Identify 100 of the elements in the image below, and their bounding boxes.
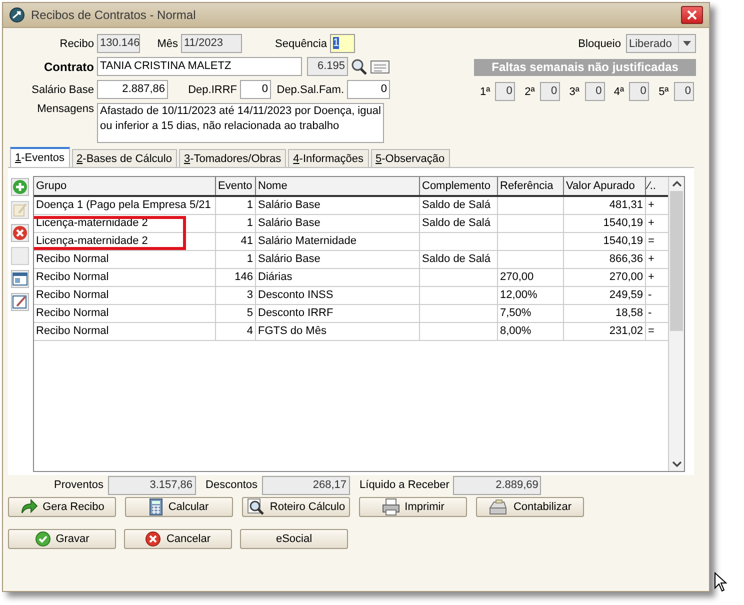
dropdown-arrow-icon: [683, 41, 691, 46]
close-button[interactable]: [681, 6, 703, 24]
tab[interactable]: 1-Eventos: [10, 147, 70, 167]
recibo-label: Recibo: [58, 38, 94, 50]
dep-sal-fam-field[interactable]: 0: [347, 80, 390, 99]
sequencia-field[interactable]: 1: [330, 34, 355, 53]
table-cell: 3: [216, 287, 256, 304]
week-label: 3ª: [569, 86, 580, 98]
action-button[interactable]: Calcular: [125, 497, 233, 517]
table-cell: Recibo Normal: [34, 251, 216, 268]
table-cell: Doença 1 (Pago pela Empresa 5/21: [34, 197, 216, 214]
mensagens-label: Mensagens: [36, 103, 94, 115]
section-header: Faltas semanais não justificadas: [474, 59, 696, 76]
week-field[interactable]: 0: [629, 82, 650, 101]
mes-field[interactable]: 11/2023: [181, 34, 242, 53]
tab[interactable]: 5-Observação: [370, 149, 450, 167]
table-cell: Recibo Normal: [34, 323, 216, 340]
column-header[interactable]: Nome: [256, 177, 420, 195]
week-label: 4ª: [614, 86, 624, 98]
column-header[interactable]: Referência: [498, 177, 564, 195]
tab[interactable]: 3-Tomadores/Obras: [178, 149, 286, 167]
week-field[interactable]: 0: [540, 82, 560, 101]
week-label: 5ª: [658, 86, 669, 98]
table-cell: Salário Maternidade: [256, 233, 420, 250]
window-title: Recibos de Contratos - Normal: [31, 8, 197, 22]
scrollbar[interactable]: [668, 177, 684, 471]
contrato-code-field[interactable]: 6.195: [307, 57, 348, 76]
table-cell: FGTS do Mês: [256, 323, 420, 340]
table-cell: 1540,19: [564, 215, 646, 232]
table-cell: 8,00%: [498, 323, 564, 340]
mouse-cursor-icon: [714, 572, 728, 592]
window-icon[interactable]: [11, 270, 29, 288]
dialog-button[interactable]: Cancelar: [124, 529, 232, 549]
table-cell: 18,58: [564, 305, 646, 322]
edit-form-icon[interactable]: [11, 293, 29, 311]
total-label: Líquido a Receber: [360, 479, 450, 491]
table-cell: 1: [216, 215, 256, 232]
table-cell: 1: [216, 251, 256, 268]
action-button[interactable]: Contabilizar: [476, 497, 584, 517]
table-cell: 270,00: [564, 269, 646, 286]
salario-label: Salário Base: [30, 84, 94, 96]
table-cell: 249,59: [564, 287, 646, 304]
dep-irrf-label: Dep.IRRF: [187, 84, 237, 96]
bloqueio-label: Bloqueio: [578, 38, 621, 50]
action-button[interactable]: Imprimir: [359, 497, 467, 517]
table-cell: Recibo Normal: [34, 287, 216, 304]
column-header[interactable]: Complemento: [420, 177, 498, 195]
close-icon: [687, 10, 697, 20]
app-logo-icon: [9, 7, 25, 23]
contrato-label: Contrato: [43, 60, 94, 74]
table-cell: 1: [216, 197, 256, 214]
sequencia-label: Sequência: [274, 38, 327, 50]
total-field: 268,17: [262, 476, 350, 494]
action-button[interactable]: Roteiro Cálculo: [242, 497, 350, 517]
tab[interactable]: 4-Informações: [288, 149, 368, 167]
total-label: Proventos: [54, 479, 104, 491]
total-field: 3.157,86: [108, 476, 196, 494]
table-cell: 4: [216, 323, 256, 340]
table-cell: 1540,19: [564, 233, 646, 250]
cash-register-icon: [488, 499, 508, 515]
dep-irrf-field[interactable]: 0: [240, 80, 271, 99]
week-field[interactable]: 0: [584, 82, 605, 101]
contrato-field[interactable]: TANIA CRISTINA MALETZ: [97, 57, 302, 76]
delete-icon[interactable]: [11, 224, 29, 242]
dialog-button[interactable]: eSocial: [240, 529, 348, 549]
table-cell: Diárias: [256, 269, 420, 286]
search-icon[interactable]: [351, 58, 367, 76]
table-cell: 5: [216, 305, 256, 322]
recibo-field[interactable]: 130.146: [97, 34, 140, 53]
table-cell: 481,31: [564, 197, 646, 214]
magnifier-icon: [246, 498, 265, 516]
week-label: 2ª: [524, 86, 535, 98]
dialog-button[interactable]: Gravar: [8, 529, 116, 549]
column-header[interactable]: Valor Apurado: [564, 177, 646, 195]
table-cell: 866,36: [564, 251, 646, 268]
column-header[interactable]: Grupo: [34, 177, 216, 195]
total-field: 2.889,69: [453, 476, 542, 494]
bloqueio-dropdown[interactable]: Liberado: [626, 34, 696, 53]
week-field[interactable]: 0: [495, 82, 516, 101]
action-button[interactable]: Gera Recibo: [8, 497, 116, 517]
salario-field[interactable]: 2.887,86: [97, 80, 168, 99]
table-cell: Desconto INSS: [256, 287, 420, 304]
table-cell: Licença-maternidade 2: [34, 233, 216, 250]
table-cell: Saldo de Salá: [420, 197, 498, 214]
total-label: Descontos: [206, 479, 258, 491]
tab[interactable]: 2-Bases de Cálculo: [72, 149, 177, 167]
week-label: 1ª: [480, 86, 490, 98]
card-icon[interactable]: [370, 58, 390, 74]
table-cell: Recibo Normal: [34, 269, 216, 286]
table-cell: 41: [216, 233, 256, 250]
mes-label: Mês: [156, 38, 178, 50]
column-header[interactable]: Evento: [216, 177, 256, 195]
table-cell: 270,00: [498, 269, 564, 286]
table-cell: Saldo de Salá: [420, 251, 498, 268]
add-icon[interactable]: [11, 178, 29, 196]
table-cell: 146: [216, 269, 256, 286]
table-cell: Saldo de Salá: [420, 215, 498, 232]
week-field[interactable]: 0: [674, 82, 694, 101]
check-icon: [34, 531, 51, 547]
mensagens-field[interactable]: Afastado de 10/11/2023 até 14/11/2023 por Doença, igual ou inferior a 15 dias, não relacionada ao trabalho: [97, 103, 384, 143]
